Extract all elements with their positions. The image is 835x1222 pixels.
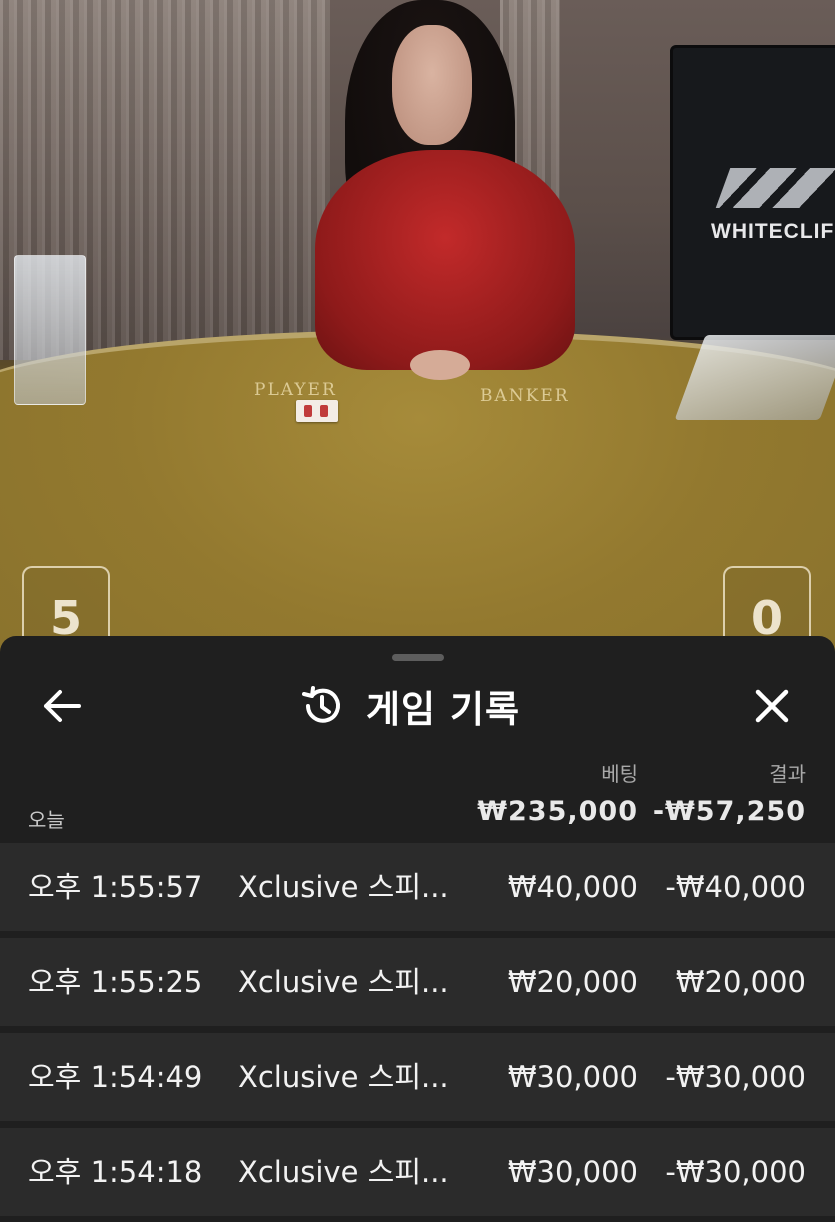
live-video-feed: WHITECLIFF PLAYER BANKER 5 0 <box>0 0 835 700</box>
sheet-header: 게임 기록 <box>300 680 520 732</box>
row-time: 오후 1:54:49 <box>28 1060 203 1094</box>
total-result-amount: -₩57,250 <box>652 796 806 827</box>
row-bet-amount: ₩20,000 <box>507 965 638 999</box>
back-button[interactable] <box>32 676 92 736</box>
row-result-amount: -₩30,000 <box>665 1060 806 1094</box>
column-header-bet: 베팅 <box>601 762 638 786</box>
total-bet-amount: ₩235,000 <box>477 796 638 827</box>
whitecliff-logo-icon <box>715 168 835 208</box>
page-title: 게임 기록 <box>366 688 521 731</box>
table-label-player: PLAYER <box>254 380 337 400</box>
row-bet-amount: ₩30,000 <box>507 1060 638 1094</box>
row-game-name: Xclusive 스피... <box>238 1155 449 1189</box>
table-label-banker: BANKER <box>480 386 570 406</box>
row-time: 오후 1:54:18 <box>28 1155 203 1189</box>
row-game-name: Xclusive 스피... <box>238 870 449 904</box>
brand-logo-text: WHITECLIFF <box>711 220 835 243</box>
history-row[interactable]: 오후 1:55:25 Xclusive 스피... ₩20,000 ₩20,00… <box>0 938 835 1026</box>
branding-screen: WHITECLIFF <box>670 45 835 340</box>
close-icon <box>755 689 789 723</box>
drag-handle[interactable] <box>392 654 444 661</box>
row-bet-amount: ₩30,000 <box>507 1155 638 1189</box>
card-discard-tray <box>14 255 86 405</box>
dealer-dress <box>315 150 575 370</box>
history-row[interactable]: 오후 1:54:49 Xclusive 스피... ₩30,000 -₩30,0… <box>0 1033 835 1121</box>
dealer-face <box>392 25 472 145</box>
row-bet-amount: ₩40,000 <box>507 870 638 904</box>
row-game-name: Xclusive 스피... <box>238 1060 449 1094</box>
row-game-name: Xclusive 스피... <box>238 965 449 999</box>
row-time: 오후 1:55:57 <box>28 870 203 904</box>
dealer-hand <box>410 350 470 380</box>
game-history-sheet: 게임 기록 베팅 결과 오늘 ₩235,000 -₩57,250 오후 1:55… <box>0 636 835 1222</box>
row-result-amount: -₩30,000 <box>665 1155 806 1189</box>
history-row[interactable]: 오후 1:55:57 Xclusive 스피... ₩40,000 -₩40,0… <box>0 843 835 931</box>
column-header-result: 결과 <box>769 762 806 786</box>
history-clock-icon <box>302 686 340 723</box>
row-result-amount: ₩20,000 <box>675 965 806 999</box>
period-label: 오늘 <box>28 808 65 832</box>
history-row[interactable]: 오후 1:54:18 Xclusive 스피... ₩30,000 -₩30,0… <box>0 1128 835 1216</box>
history-list: 오후 1:55:57 Xclusive 스피... ₩40,000 -₩40,0… <box>0 843 835 1222</box>
playing-card <box>296 400 338 422</box>
close-button[interactable] <box>742 676 802 736</box>
row-result-amount: -₩40,000 <box>665 870 806 904</box>
arrow-left-icon <box>44 690 81 722</box>
row-time: 오후 1:55:25 <box>28 965 203 999</box>
